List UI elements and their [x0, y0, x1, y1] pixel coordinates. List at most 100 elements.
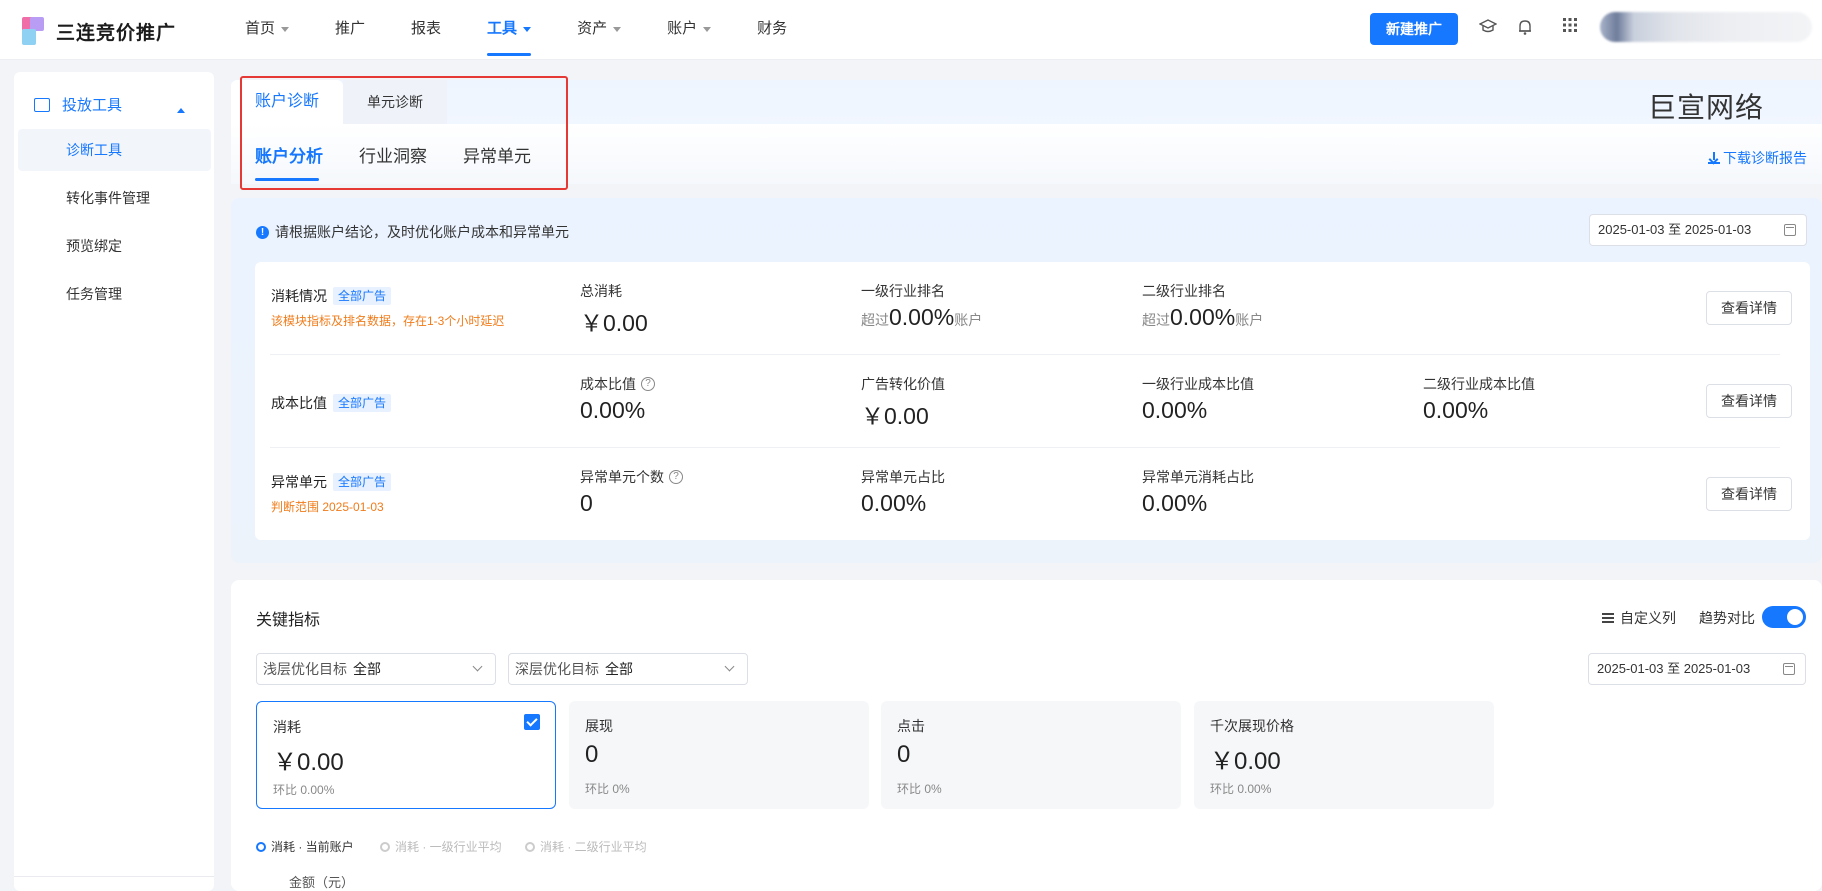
- bell-icon[interactable]: [1515, 18, 1535, 38]
- tab-unit-diagnosis[interactable]: 单元诊断: [343, 80, 448, 124]
- metric-title-text: 一级行业排名: [861, 283, 945, 299]
- metric-value: 0.00%: [580, 397, 645, 424]
- monitor-icon: [34, 97, 50, 112]
- metric-number: 0.00%: [580, 397, 646, 423]
- all-ads-tag: 全部广告: [333, 473, 392, 491]
- active-tab-indicator: [255, 178, 319, 181]
- tab-abnormal-units[interactable]: 异常单元: [463, 142, 531, 167]
- kpi-card[interactable]: 展现 0 环比 0%: [569, 701, 869, 809]
- custom-columns-label: 自定义列: [1620, 610, 1676, 626]
- diagnosis-metrics-panel: [255, 262, 1810, 540]
- row-divider: [270, 354, 1780, 355]
- legend-label: 消耗 · 当前账户: [271, 840, 354, 854]
- kpi-name: 点击: [897, 718, 925, 734]
- metric-value: 0.00%: [861, 490, 926, 517]
- key-indicators-title: 关键指标: [256, 612, 321, 629]
- diagnosis-subtabs: 账户诊断 单元诊断: [231, 80, 448, 124]
- calendar-icon: [1783, 663, 1795, 675]
- user-account-avatar[interactable]: [1600, 12, 1812, 42]
- metric-title-text: 异常单元消耗占比: [1142, 469, 1254, 485]
- help-icon[interactable]: ?: [669, 470, 683, 484]
- apps-grid-icon[interactable]: [1560, 18, 1580, 38]
- metric-number: ￥0.00: [861, 403, 929, 429]
- diagnosis-row-label: 异常单元 全部广告: [271, 472, 392, 492]
- diagnosis-row-label: 消耗情况 全部广告: [271, 286, 392, 306]
- download-report-link[interactable]: 下载诊断报告: [1708, 148, 1807, 168]
- download-icon: [1708, 152, 1720, 164]
- nav-item-0[interactable]: 首页: [245, 0, 290, 60]
- sidebar-item-task-management[interactable]: 任务管理: [18, 273, 211, 315]
- metric-number: 0.00%: [889, 304, 955, 330]
- nav-item-label: 财务: [757, 20, 788, 37]
- chart-legend-item[interactable]: 消耗 · 当前账户: [256, 838, 354, 855]
- metric-title: 异常单元个数?: [580, 467, 683, 487]
- info-icon: !: [256, 225, 269, 239]
- metric-title: 广告转化价值: [861, 374, 945, 394]
- metric-title-text: 二级行业排名: [1142, 283, 1226, 299]
- help-icon[interactable]: ?: [641, 377, 655, 391]
- metric-title: 总消耗: [580, 281, 622, 301]
- nav-item-1[interactable]: 推广: [335, 0, 365, 60]
- kpi-value: ￥0.00: [1210, 748, 1281, 775]
- row-label-text: 异常单元: [271, 474, 327, 490]
- view-details-button[interactable]: 查看详情: [1706, 291, 1792, 325]
- logo[interactable]: 三连竞价推广: [22, 15, 176, 47]
- metric-suffix: 账户: [954, 312, 983, 328]
- kpi-card[interactable]: 消耗 ￥0.00 环比 0.00%: [256, 701, 556, 809]
- kpi-card[interactable]: 千次展现价格 ￥0.00 环比 0.00%: [1194, 701, 1494, 809]
- metric-value: 0.00%: [1423, 397, 1488, 424]
- metric-value: 0.00%: [1142, 490, 1207, 517]
- nav-item-6[interactable]: 财务: [757, 0, 787, 60]
- nav-item-4[interactable]: 资产: [577, 0, 622, 60]
- kpi-compare: 环比 0%: [585, 782, 630, 796]
- tab-account-diagnosis[interactable]: 账户诊断: [231, 80, 344, 124]
- tab-industry-insight[interactable]: 行业洞察: [359, 142, 427, 167]
- metric-value: 0: [580, 490, 593, 517]
- select-label: 深层优化目标: [515, 661, 599, 677]
- metric-title-text: 异常单元个数: [580, 469, 664, 485]
- metric-number: 0.00%: [1423, 397, 1489, 423]
- row-divider: [270, 447, 1780, 448]
- metric-title-text: 一级行业成本比值: [1142, 376, 1254, 392]
- view-details-button[interactable]: 查看详情: [1706, 384, 1792, 418]
- sidebar-item-conversion-events[interactable]: 转化事件管理: [18, 177, 211, 219]
- sidebar-group-delivery-tools[interactable]: 投放工具: [34, 94, 122, 115]
- chart-legend-item[interactable]: 消耗 · 二级行业平均: [525, 838, 647, 855]
- diagnosis-date-picker[interactable]: 2025-01-03 至 2025-01-03: [1589, 214, 1807, 246]
- sidebar-item-diagnosis-tools[interactable]: 诊断工具: [18, 129, 211, 171]
- metric-title-text: 二级行业成本比值: [1423, 376, 1535, 392]
- metric-title-text: 广告转化价值: [861, 376, 945, 392]
- brand-name: 巨宣网络: [1648, 92, 1765, 123]
- deep-goal-select[interactable]: 深层优化目标 全部: [508, 653, 748, 685]
- metric-title: 异常单元消耗占比: [1142, 467, 1254, 487]
- new-campaign-button[interactable]: 新建推广: [1370, 13, 1458, 45]
- kpi-compare: 环比 0.00%: [1210, 782, 1272, 796]
- select-value: 全部: [353, 661, 381, 677]
- nav-item-3[interactable]: 工具: [487, 0, 532, 60]
- custom-columns-button[interactable]: 自定义列: [1602, 608, 1676, 628]
- trend-compare-toggle[interactable]: [1762, 606, 1806, 628]
- tab-account-analysis[interactable]: 账户分析: [255, 142, 323, 167]
- sidebar-item-preview-binding[interactable]: 预览绑定: [18, 225, 211, 267]
- top-navigation-bar: 三连竞价推广 首页 推广 报表 工具 资产 账户 财务 新建推广: [0, 0, 1822, 60]
- shallow-goal-select[interactable]: 浅层优化目标 全部: [256, 653, 496, 685]
- caret-down-icon: [523, 26, 532, 32]
- indicators-date-picker[interactable]: 2025-01-03 至 2025-01-03: [1588, 653, 1806, 685]
- nav-item-5[interactable]: 账户: [667, 0, 712, 60]
- caret-down-icon: [703, 26, 712, 32]
- trend-compare-label: 趋势对比: [1699, 610, 1755, 626]
- select-label: 浅层优化目标: [263, 661, 347, 677]
- metric-title: 二级行业成本比值: [1423, 374, 1535, 394]
- graduation-cap-icon[interactable]: [1478, 18, 1498, 38]
- kpi-card[interactable]: 点击 0 环比 0%: [881, 701, 1181, 809]
- nav-item-2[interactable]: 报表: [411, 0, 441, 60]
- view-details-button[interactable]: 查看详情: [1706, 477, 1792, 511]
- legend-label: 消耗 · 一级行业平均: [395, 840, 502, 854]
- checkbox-checked-icon[interactable]: [524, 714, 540, 730]
- calendar-icon: [1784, 224, 1796, 236]
- all-ads-tag: 全部广告: [333, 394, 392, 412]
- metric-title: 一级行业排名: [861, 281, 945, 301]
- metric-number: 0.00%: [861, 490, 927, 516]
- kpi-name: 千次展现价格: [1210, 718, 1294, 734]
- chart-legend-item[interactable]: 消耗 · 一级行业平均: [380, 838, 502, 855]
